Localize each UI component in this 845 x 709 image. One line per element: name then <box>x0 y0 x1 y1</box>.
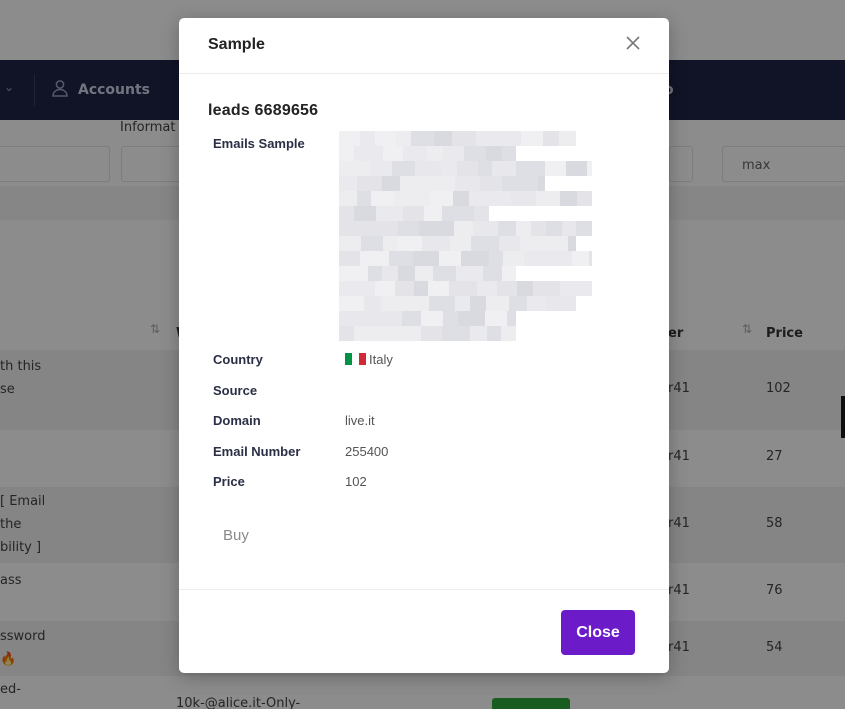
blurred-email-line <box>339 131 576 146</box>
blurred-email-line <box>339 221 592 236</box>
modal-header: Sample <box>179 18 669 74</box>
price-value: 102 <box>345 474 367 489</box>
country-value: Italy <box>345 352 393 367</box>
blurred-email-line <box>339 311 516 326</box>
modal-footer: Close <box>179 589 669 673</box>
country-text: Italy <box>369 352 393 367</box>
close-button[interactable]: Close <box>561 610 635 655</box>
source-label: Source <box>213 383 258 398</box>
email-number-label: Email Number <box>213 444 301 459</box>
blurred-email-line <box>339 266 516 281</box>
blurred-email-line <box>339 236 576 251</box>
lead-title: leads 6689656 <box>208 102 319 119</box>
blurred-email-line <box>339 206 489 221</box>
emails-sample-label: Emails Sample <box>213 136 305 151</box>
sample-modal: Sample leads 6689656 Emails Sample Count… <box>179 18 669 673</box>
blurred-email-line <box>339 146 516 161</box>
italy-flag-icon <box>345 353 366 365</box>
blurred-email-line <box>339 326 516 341</box>
email-number-value: 255400 <box>345 444 389 459</box>
modal-close-button[interactable] <box>621 33 645 57</box>
blurred-email-line <box>339 296 576 311</box>
modal-title: Sample <box>208 36 265 53</box>
domain-label: Domain <box>213 413 261 428</box>
blurred-email-line <box>339 251 592 266</box>
blurred-email-line <box>339 176 545 191</box>
domain-value: live.it <box>345 413 375 428</box>
buy-button[interactable]: Buy <box>223 527 249 544</box>
price-label: Price <box>213 474 245 489</box>
blurred-email-line <box>339 161 592 176</box>
country-label: Country <box>213 352 263 367</box>
emails-sample-blurred <box>339 131 595 343</box>
blurred-email-line <box>339 281 592 296</box>
close-icon <box>626 35 640 55</box>
blurred-email-line <box>339 191 592 206</box>
